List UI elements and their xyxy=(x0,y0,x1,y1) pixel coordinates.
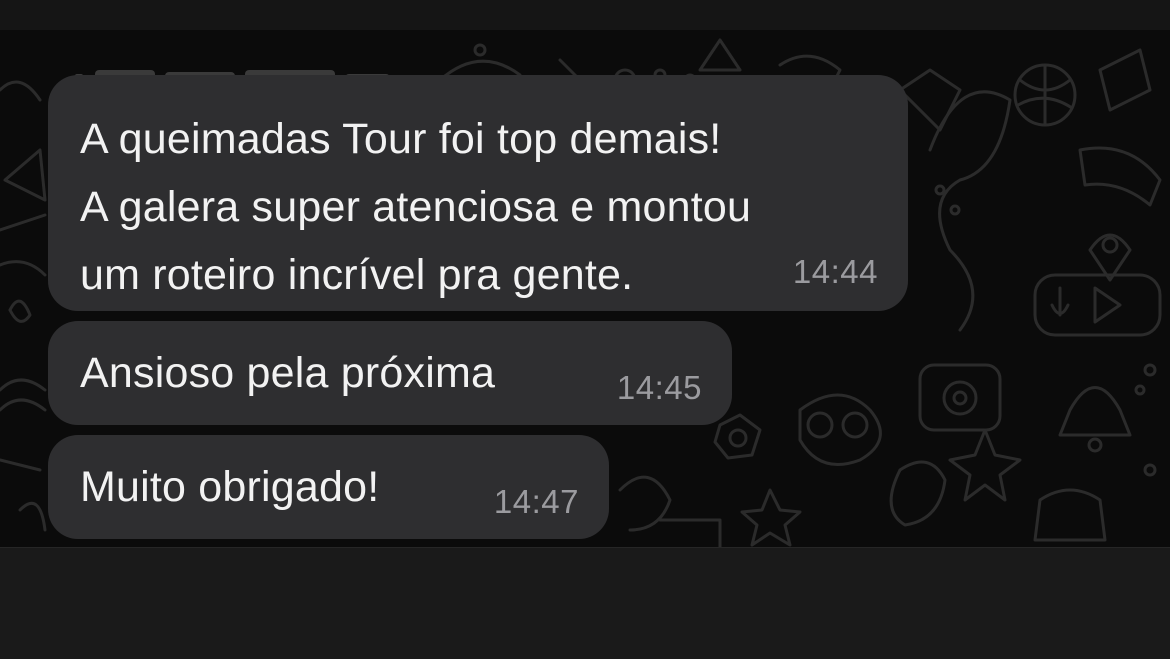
chat-area[interactable]: A queimadas Tour foi top demais! A galer… xyxy=(0,30,1170,547)
top-bar xyxy=(0,0,1170,30)
message-text: Ansioso pela próxima xyxy=(80,349,496,397)
message-bubble[interactable]: A queimadas Tour foi top demais! A galer… xyxy=(48,75,908,311)
message-bubble[interactable]: Ansioso pela próxima 14:45 xyxy=(48,321,732,425)
message-timestamp: 14:45 xyxy=(616,369,702,406)
message-timestamp: 14:44 xyxy=(792,253,878,290)
bottom-bar xyxy=(0,547,1170,659)
message-bubble[interactable]: Muito obrigado! 14:47 xyxy=(48,435,609,539)
chat-screen: A queimadas Tour foi top demais! A galer… xyxy=(0,0,1170,659)
message-timestamp: 14:47 xyxy=(493,483,579,520)
message-text: A queimadas Tour foi top demais! A galer… xyxy=(80,115,752,299)
